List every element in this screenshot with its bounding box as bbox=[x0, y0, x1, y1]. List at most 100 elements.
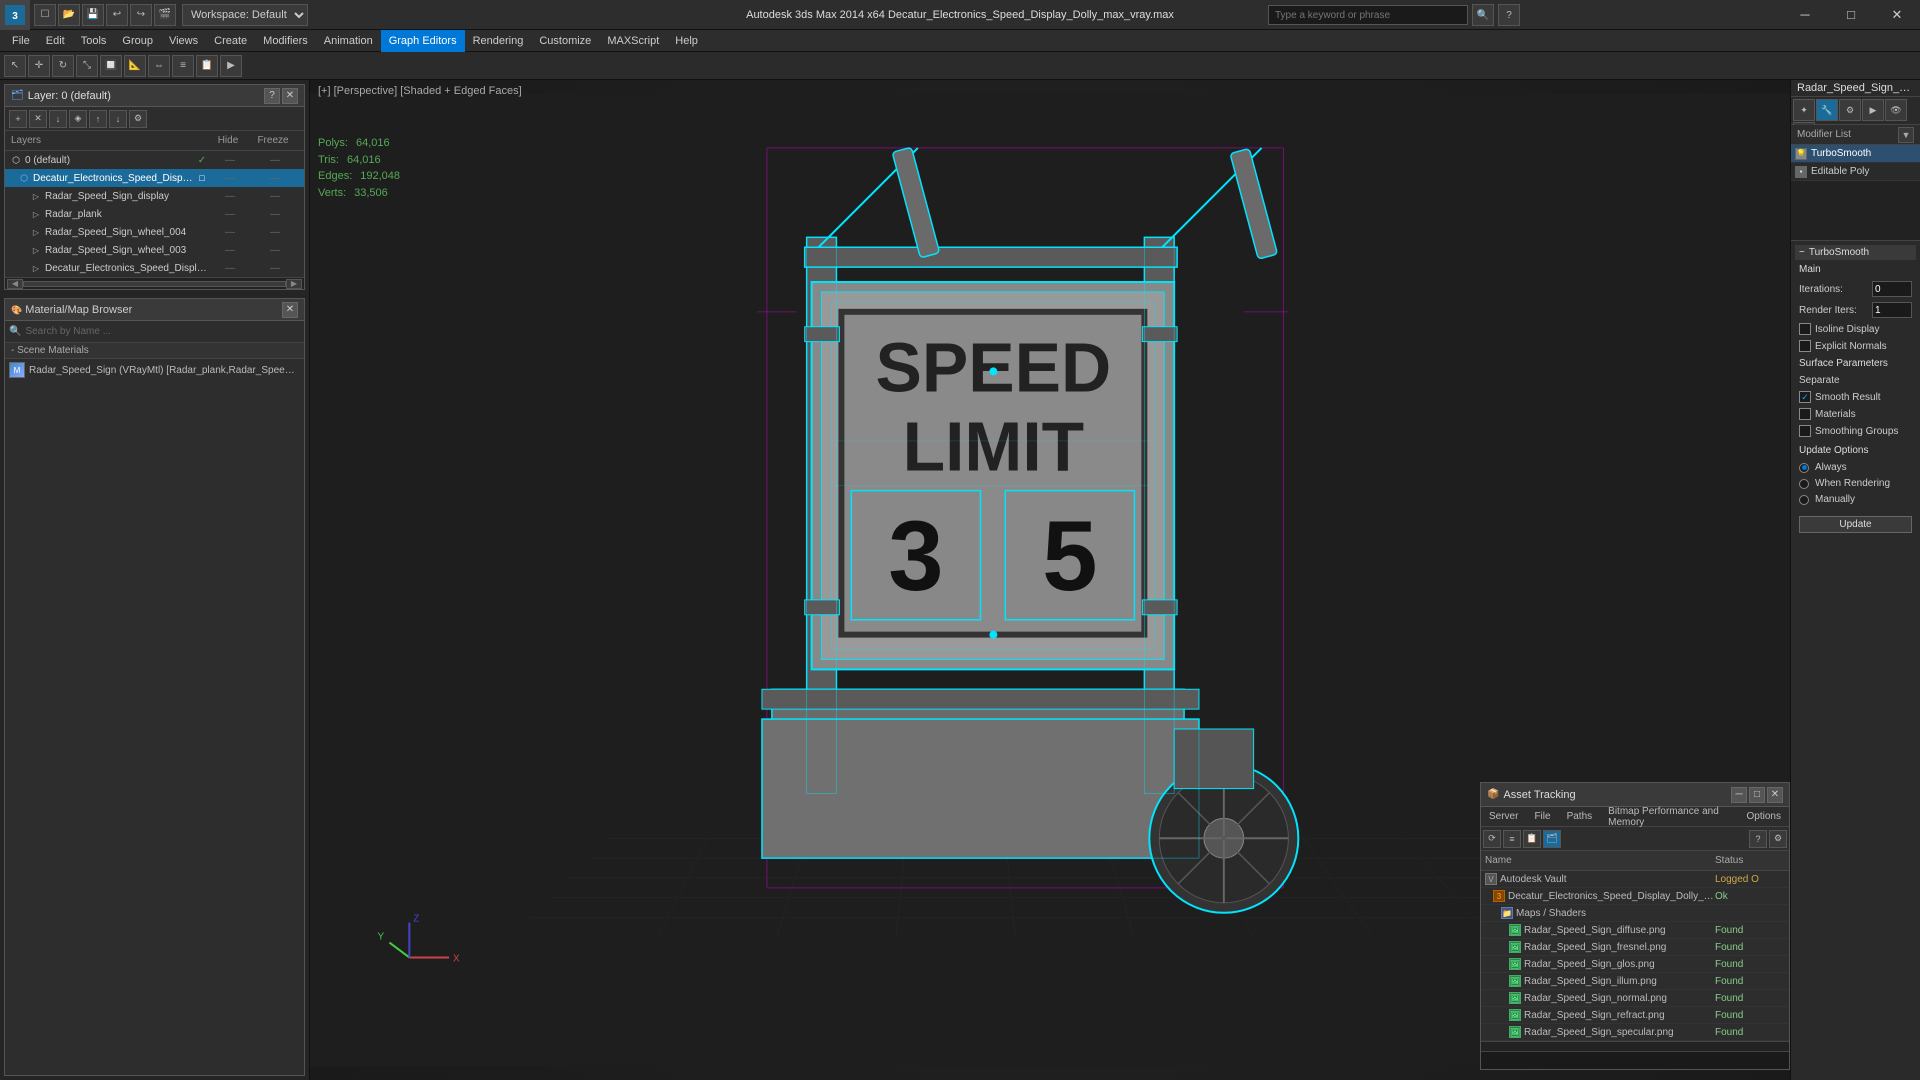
material-item-radar[interactable]: M Radar_Speed_Sign (VRayMtl) [Radar_plan… bbox=[5, 359, 304, 381]
restore-btn[interactable]: □ bbox=[1828, 0, 1874, 30]
menu-tools[interactable]: Tools bbox=[73, 30, 115, 52]
ts-update-btn[interactable]: Update bbox=[1799, 516, 1912, 533]
at-menu-bitmap[interactable]: Bitmap Performance and Memory bbox=[1600, 807, 1738, 826]
layer-up-btn[interactable]: ↑ bbox=[89, 110, 107, 128]
at-row-max-file[interactable]: 3 Decatur_Electronics_Speed_Display_Doll… bbox=[1481, 888, 1789, 905]
ts-materials-checkbox[interactable] bbox=[1799, 408, 1811, 420]
layer-select-btn[interactable]: ◈ bbox=[69, 110, 87, 128]
at-scrollbar-h[interactable] bbox=[1481, 1041, 1789, 1051]
minimize-btn[interactable]: ─ bbox=[1782, 0, 1828, 30]
at-row-vault[interactable]: V Autodesk Vault Logged O bbox=[1481, 871, 1789, 888]
layer-row-sign-display[interactable]: ▷ Radar_Speed_Sign_display — — bbox=[5, 187, 304, 205]
menu-rendering[interactable]: Rendering bbox=[465, 30, 532, 52]
new-btn[interactable]: ☐ bbox=[34, 4, 56, 26]
undo-btn[interactable]: ↩ bbox=[106, 4, 128, 26]
at-row-illum[interactable]: 🖼 Radar_Speed_Sign_illum.png Found bbox=[1481, 973, 1789, 990]
workspace-select[interactable]: Workspace: DefaultWorkspace: Default bbox=[182, 4, 308, 26]
layer-new-btn[interactable]: + bbox=[9, 110, 27, 128]
ts-iterations-input[interactable] bbox=[1872, 281, 1912, 297]
menu-help[interactable]: Help bbox=[667, 30, 706, 52]
menu-graph-editors[interactable]: Graph Editors bbox=[381, 30, 465, 52]
layer-row-wheel3[interactable]: ▷ Radar_Speed_Sign_wheel_003 — — bbox=[5, 241, 304, 259]
menu-maxscript[interactable]: MAXScript bbox=[599, 30, 667, 52]
layer-scroll-left[interactable]: ◀ bbox=[7, 279, 23, 289]
layer-add-btn[interactable]: ↓ bbox=[49, 110, 67, 128]
layer-row-decatur[interactable]: ⬡ Decatur_Electronics_Speed_Display_Doll… bbox=[5, 169, 304, 187]
layer-row-dolly[interactable]: ▷ Decatur_Electronics_Speed_Display_Doll… bbox=[5, 259, 304, 277]
rt-create-btn[interactable]: ✦ bbox=[1793, 99, 1815, 121]
ts-render-iters-input[interactable] bbox=[1872, 302, 1912, 318]
ts-isoline-checkbox[interactable] bbox=[1799, 323, 1811, 335]
rt-display-btn[interactable]: 👁 bbox=[1885, 99, 1907, 121]
ts-explicit-checkbox[interactable] bbox=[1799, 340, 1811, 352]
layer-mgr-btn[interactable]: 📋 bbox=[196, 55, 218, 77]
at-restore-btn[interactable]: □ bbox=[1749, 787, 1765, 803]
at-close-btn[interactable]: ✕ bbox=[1767, 787, 1783, 803]
ts-smooth-result-checkbox[interactable]: ✓ bbox=[1799, 391, 1811, 403]
ts-manually-radio[interactable] bbox=[1799, 495, 1809, 505]
ts-smoothing-groups-checkbox[interactable] bbox=[1799, 425, 1811, 437]
modifier-list-dropdown[interactable]: ▼ bbox=[1898, 127, 1914, 143]
ts-when-rendering-radio[interactable] bbox=[1799, 479, 1809, 489]
layer-row-default[interactable]: ⬡ 0 (default) ✓ — — bbox=[5, 151, 304, 169]
at-help-btn[interactable]: ? bbox=[1749, 830, 1767, 848]
viewport-3d[interactable]: SPEED LIMIT 3 5 bbox=[310, 80, 1790, 1080]
rt-modify-btn[interactable]: 🔧 bbox=[1816, 99, 1838, 121]
at-row-diffuse[interactable]: 🖼 Radar_Speed_Sign_diffuse.png Found bbox=[1481, 922, 1789, 939]
layer-delete-btn[interactable]: ✕ bbox=[29, 110, 47, 128]
at-menu-options[interactable]: Options bbox=[1739, 807, 1789, 826]
select-btn[interactable]: ↖ bbox=[4, 55, 26, 77]
at-row-maps-folder[interactable]: 📁 Maps / Shaders bbox=[1481, 905, 1789, 922]
at-menu-server[interactable]: Server bbox=[1481, 807, 1526, 826]
at-minimize-btn[interactable]: ─ bbox=[1731, 787, 1747, 803]
material-close-btn[interactable]: ✕ bbox=[282, 302, 298, 318]
at-row-glos[interactable]: 🖼 Radar_Speed_Sign_glos.png Found bbox=[1481, 956, 1789, 973]
layer-row-plank[interactable]: ▷ Radar_plank — — bbox=[5, 205, 304, 223]
menu-create[interactable]: Create bbox=[206, 30, 255, 52]
mirror-btn[interactable]: ⇔ bbox=[148, 55, 170, 77]
layer-help-btn[interactable]: ? bbox=[264, 88, 280, 104]
menu-animation[interactable]: Animation bbox=[316, 30, 381, 52]
redo-btn[interactable]: ↪ bbox=[130, 4, 152, 26]
ts-always-radio[interactable] bbox=[1799, 463, 1809, 473]
menu-file[interactable]: File bbox=[4, 30, 38, 52]
align-btn[interactable]: ≡ bbox=[172, 55, 194, 77]
at-menu-paths[interactable]: Paths bbox=[1559, 807, 1601, 826]
at-row-fresnel[interactable]: 🖼 Radar_Speed_Sign_fresnel.png Found bbox=[1481, 939, 1789, 956]
rt-hierarchy-btn[interactable]: ⚙ bbox=[1839, 99, 1861, 121]
layer-scrollbar-track[interactable] bbox=[23, 281, 286, 287]
menu-modifiers[interactable]: Modifiers bbox=[255, 30, 316, 52]
rt-motion-btn[interactable]: ▶ bbox=[1862, 99, 1884, 121]
modifier-light-btn[interactable]: 💡 bbox=[1795, 148, 1807, 160]
layer-close-btn[interactable]: ✕ bbox=[282, 88, 298, 104]
at-btn4[interactable]: 🗂 bbox=[1543, 830, 1561, 848]
layer-scrollbar[interactable]: ◀ ▶ bbox=[5, 277, 304, 289]
layer-row-wheel4[interactable]: ▷ Radar_Speed_Sign_wheel_004 — — bbox=[5, 223, 304, 241]
at-row-refract[interactable]: 🖼 Radar_Speed_Sign_refract.png Found bbox=[1481, 1007, 1789, 1024]
help-btn[interactable]: ? bbox=[1498, 4, 1520, 26]
at-menu-file[interactable]: File bbox=[1526, 807, 1558, 826]
open-btn[interactable]: 📂 bbox=[58, 4, 80, 26]
render-setup-btn[interactable]: 🎬 bbox=[154, 4, 176, 26]
at-btn2[interactable]: ≡ bbox=[1503, 830, 1521, 848]
modifier-editable-poly[interactable]: ▪ Editable Poly bbox=[1791, 163, 1920, 181]
modifier-turbosmooth[interactable]: 💡 TurboSmooth bbox=[1791, 145, 1920, 163]
at-settings-btn[interactable]: ⚙ bbox=[1769, 830, 1787, 848]
move-btn[interactable]: ✛ bbox=[28, 55, 50, 77]
at-input-bar[interactable] bbox=[1481, 1051, 1789, 1069]
render-btn[interactable]: ▶ bbox=[220, 55, 242, 77]
layer-settings-btn[interactable]: ⚙ bbox=[129, 110, 147, 128]
at-btn3[interactable]: 📋 bbox=[1523, 830, 1541, 848]
at-row-normal[interactable]: 🖼 Radar_Speed_Sign_normal.png Found bbox=[1481, 990, 1789, 1007]
scale-btn[interactable]: ⤡ bbox=[76, 55, 98, 77]
menu-views[interactable]: Views bbox=[161, 30, 206, 52]
search-input[interactable] bbox=[1268, 5, 1468, 25]
layer-scroll-right[interactable]: ▶ bbox=[286, 279, 302, 289]
menu-edit[interactable]: Edit bbox=[38, 30, 73, 52]
snap-btn[interactable]: 🔲 bbox=[100, 55, 122, 77]
angle-snap-btn[interactable]: 📐 bbox=[124, 55, 146, 77]
layer-down-btn[interactable]: ↓ bbox=[109, 110, 127, 128]
at-btn1[interactable]: ⟳ bbox=[1483, 830, 1501, 848]
at-row-specular[interactable]: 🖼 Radar_Speed_Sign_specular.png Found bbox=[1481, 1024, 1789, 1041]
rotate-btn[interactable]: ↻ bbox=[52, 55, 74, 77]
